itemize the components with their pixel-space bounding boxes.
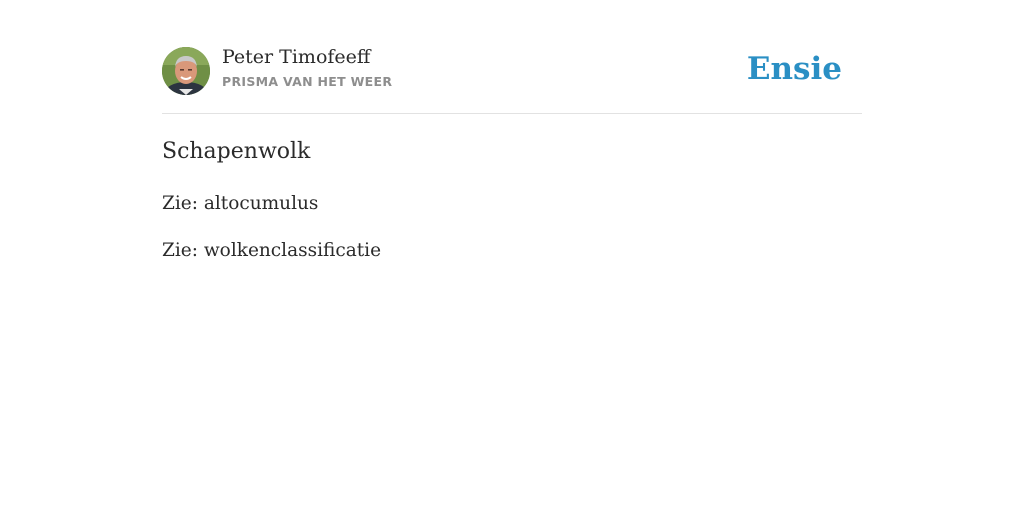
- reference-link-wolkenclassificatie[interactable]: wolkenclassificatie: [204, 240, 381, 261]
- author-header: Peter Timofeeff PRISMA VAN HET WEER Ensi…: [162, 0, 862, 114]
- reference-prefix: Zie:: [162, 193, 198, 214]
- avatar-portrait-icon: [162, 47, 210, 95]
- source-label[interactable]: PRISMA VAN HET WEER: [222, 74, 392, 90]
- ensie-logo[interactable]: Ensie: [747, 50, 842, 88]
- author-avatar[interactable]: [162, 47, 210, 95]
- page-title: Schapenwolk: [162, 139, 311, 164]
- author-name[interactable]: Peter Timofeeff: [222, 45, 370, 69]
- reference-line: Zie: altocumulus: [162, 191, 318, 217]
- reference-link-altocumulus[interactable]: altocumulus: [204, 193, 319, 214]
- reference-line: Zie: wolkenclassificatie: [162, 238, 381, 264]
- content-container: Peter Timofeeff PRISMA VAN HET WEER Ensi…: [162, 0, 862, 261]
- page: Peter Timofeeff PRISMA VAN HET WEER Ensi…: [0, 0, 1024, 512]
- reference-prefix: Zie:: [162, 240, 198, 261]
